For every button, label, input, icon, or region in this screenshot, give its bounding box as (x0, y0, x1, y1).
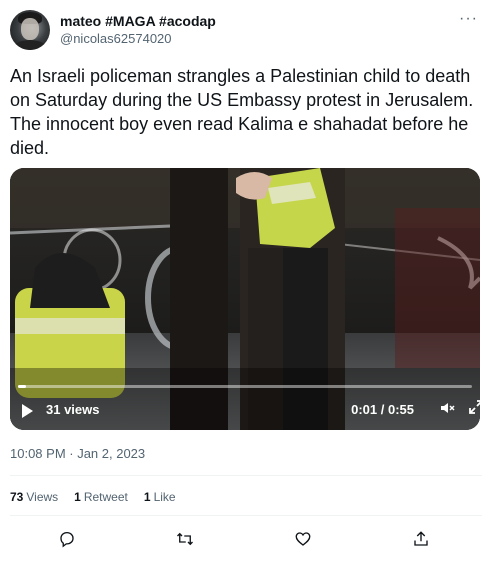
reply-icon[interactable] (56, 528, 78, 550)
avatar[interactable] (10, 10, 50, 50)
tweet-stats: 73 Views 1 Retweet 1 Like (10, 490, 176, 504)
avatar-face (21, 18, 39, 40)
tweet-text: An Israeli policeman strangles a Palesti… (10, 66, 474, 158)
retweet-icon[interactable] (174, 528, 196, 550)
retweet-count: 1 (74, 490, 81, 504)
video-time: 0:01 / 0:55 (351, 402, 414, 417)
video-progress-track[interactable] (18, 385, 472, 388)
video-frame (10, 168, 480, 430)
like-icon[interactable] (292, 528, 314, 550)
tweet-timestamp[interactable]: 10:08 PM · Jan 2, 2023 (10, 446, 145, 461)
video-progress-fill (18, 385, 27, 388)
author-handle[interactable]: @nicolas62574020 (60, 31, 172, 46)
action-bar (0, 528, 492, 550)
video-player[interactable]: 31 views 0:01 / 0:55 (10, 168, 480, 430)
views-label: Views (26, 490, 59, 504)
author-display-name[interactable]: mateo #MAGA #acodap (60, 13, 216, 29)
share-icon[interactable] (410, 528, 432, 550)
play-icon[interactable] (22, 404, 33, 418)
divider (10, 515, 482, 516)
views-stat[interactable]: 73 Views (10, 490, 58, 504)
more-options-icon[interactable]: ··· (459, 10, 478, 28)
divider (10, 475, 482, 476)
retweet-label: Retweet (83, 490, 128, 504)
like-stat[interactable]: 1 Like (144, 490, 176, 504)
avatar-shoulders (12, 40, 48, 50)
like-count: 1 (143, 490, 151, 504)
retweet-stat[interactable]: 1 Retweet (74, 490, 128, 504)
like-label: Like (153, 490, 176, 504)
views-count: 73 (10, 490, 24, 504)
video-views: 31 views (46, 402, 100, 417)
